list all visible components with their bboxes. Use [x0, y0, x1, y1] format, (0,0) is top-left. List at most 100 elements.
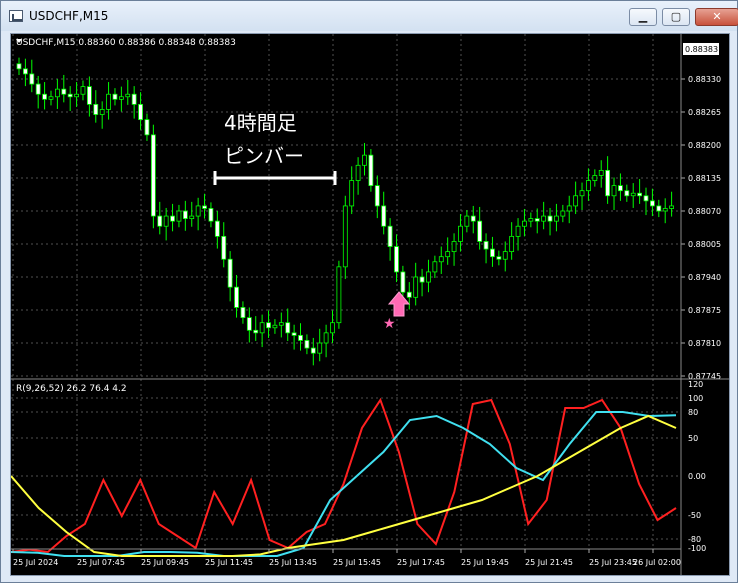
candle-body [560, 210, 566, 217]
candle-body [106, 93, 111, 110]
candle-body [534, 218, 540, 222]
candle-body [144, 119, 150, 136]
candle-body [541, 215, 547, 222]
candle-body [93, 103, 99, 115]
candle-body [80, 86, 86, 95]
candle-body [470, 215, 476, 222]
candle-body [618, 185, 623, 192]
price-tick-label: 0.88200 [688, 141, 721, 150]
candle-body [163, 215, 169, 227]
candle-body [234, 286, 239, 308]
time-tick-label: 25 Jul 13:45 [269, 558, 317, 567]
candle-body [554, 215, 559, 222]
candle-body [579, 190, 585, 197]
candle-body [522, 220, 527, 227]
indicator-tick-label: -50 [688, 511, 701, 520]
candle-body [54, 88, 60, 98]
indicator-tick-label: 0.00 [688, 472, 706, 481]
buy-arrow-icon [387, 291, 411, 317]
close-button[interactable]: ✕ [695, 8, 738, 26]
candle-body [202, 205, 207, 209]
candle-body [509, 235, 515, 253]
star-icon: ★ [383, 316, 396, 332]
time-tick-label: 25 Jul 15:45 [333, 558, 381, 567]
candle-body [419, 276, 425, 283]
time-tick-label: 25 Jul 2024 [13, 558, 58, 567]
minimize-button[interactable]: ▁ [629, 8, 657, 26]
candle-body [387, 225, 393, 247]
indicator-tick-label: 120 [688, 380, 703, 389]
chart-canvas[interactable]: USDCHF,M15 0.88360 0.88386 0.88348 0.883… [11, 34, 729, 575]
candle-body [528, 218, 534, 222]
candle-body [240, 307, 246, 319]
candle-body [592, 175, 598, 181]
candle-body [176, 210, 182, 222]
price-tick-label: 0.87940 [688, 273, 721, 282]
candle-body [298, 334, 303, 341]
candle-body [643, 195, 649, 202]
price-tick-label: 0.88135 [688, 174, 721, 183]
candle-body [48, 96, 54, 100]
candle-body [317, 342, 323, 354]
candle-body [586, 180, 591, 192]
candle-body [458, 225, 463, 242]
candle-body [368, 154, 374, 187]
candle-body [157, 215, 163, 227]
candle-body [291, 332, 297, 336]
price-tick-label: 0.87810 [688, 339, 721, 348]
indicator-label: R(9,26,52) 26.2 76.4 4.2 [16, 384, 127, 394]
candle-body [330, 322, 335, 334]
candle-body [125, 93, 131, 98]
price-tick-label: 0.88005 [688, 240, 721, 249]
candle-body [662, 208, 668, 212]
candle-body [630, 192, 636, 197]
candle-body [221, 235, 227, 260]
candle-body [413, 276, 419, 298]
candle-body [227, 258, 233, 288]
candle-body [445, 251, 451, 258]
time-tick-label: 25 Jul 07:45 [77, 558, 125, 567]
candle-body [246, 317, 252, 331]
candle-body [131, 93, 137, 105]
candle-body [253, 329, 259, 334]
candle-body [150, 134, 156, 217]
candle-body [214, 220, 220, 237]
candle-body [285, 322, 291, 334]
candle-body [496, 256, 502, 260]
candle-body [451, 241, 457, 253]
candle-body [650, 200, 655, 207]
candle-body [362, 154, 367, 166]
candle-body [637, 192, 643, 197]
price-tick-label: 0.88070 [688, 207, 721, 216]
candle-body [381, 205, 387, 227]
time-tick-label: 25 Jul 17:45 [397, 558, 445, 567]
maximize-button[interactable]: ▢ [662, 8, 690, 26]
candle-body [112, 93, 118, 100]
candle-body [477, 220, 483, 242]
candle-body [566, 205, 572, 212]
candle-body [426, 271, 431, 283]
candle-body [438, 256, 444, 263]
candle-body [656, 205, 662, 212]
time-tick-label: 25 Jul 23:45 [589, 558, 637, 567]
chart-area[interactable]: USDCHF,M15 0.88360 0.88386 0.88348 0.883… [10, 33, 730, 576]
candle-body [118, 96, 124, 100]
candle-body [355, 164, 361, 181]
candle-body [432, 261, 438, 273]
candle-body [502, 251, 508, 260]
indicator-tick-label: 80 [688, 408, 698, 417]
title-bar[interactable]: USDCHF,M15 ▁ ▢ ✕ [1, 1, 738, 31]
candle-body [189, 215, 195, 220]
candle-body [272, 324, 278, 329]
price-tick-label: 0.88330 [688, 75, 721, 84]
indicator-tick-label: -100 [688, 544, 706, 553]
candle-body [400, 271, 406, 293]
indicator-tick-label: -80 [688, 535, 701, 544]
candle-body [349, 180, 355, 207]
time-tick-label: 25 Jul 09:45 [141, 558, 189, 567]
candle-body [547, 215, 553, 222]
candle-body [278, 322, 284, 326]
candle-body [182, 210, 188, 220]
candle-body [605, 169, 611, 197]
candle-body [598, 169, 604, 176]
